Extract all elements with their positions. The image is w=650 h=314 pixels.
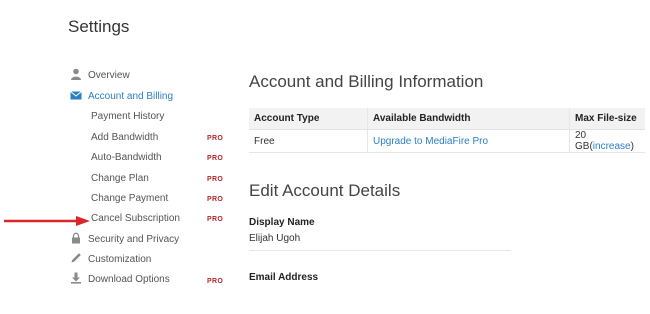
pro-badge: PRO [207,196,224,203]
sidebar-item-label: Payment History [91,111,165,122]
pro-badge: PRO [207,135,224,142]
filesize-value: 20 GB [575,130,590,152]
sidebar-item-label: Account and Billing [88,91,174,102]
sidebar-item-auto-bandwidth[interactable]: Auto-Bandwidth [91,148,162,168]
download-icon [70,272,82,284]
billing-table: Account Type Available Bandwidth Max Fil… [249,108,645,153]
envelope-icon [70,89,82,101]
email-address-label: Email Address [249,272,319,283]
sidebar-item-label: Change Plan [91,173,149,184]
edit-account-heading: Edit Account Details [249,181,401,200]
display-name-field[interactable]: Elijah Ugoh [249,233,511,251]
pencil-icon [70,252,82,264]
table-header-row: Account Type Available Bandwidth Max Fil… [249,108,645,130]
pro-badge: PRO [207,155,224,162]
column-header: Available Bandwidth [367,108,570,130]
sidebar-item-label: Auto-Bandwidth [91,152,162,163]
user-icon [70,68,82,81]
sidebar-item-security-privacy[interactable]: Security and Privacy [70,230,179,250]
increase-link[interactable]: increase [593,141,631,152]
display-name-label: Display Name [249,217,315,228]
column-header: Max File-size [569,108,645,130]
account-type-cell: Free [249,129,368,153]
sidebar-item-add-bandwidth[interactable]: Add Bandwidth [91,128,158,148]
sidebar-item-label: Cancel Subscription [91,213,180,224]
sidebar-item-change-plan[interactable]: Change Plan [91,169,149,189]
bandwidth-cell: Upgrade to MediaFire Pro [367,129,570,153]
column-header: Account Type [249,108,368,130]
sidebar-item-label: Add Bandwidth [91,132,159,143]
lock-icon [70,232,82,244]
pro-badge: PRO [207,176,224,183]
sidebar-item-download-options[interactable]: Download Options [70,270,170,290]
page-title: Settings [68,17,130,36]
sidebar-item-payment-history[interactable]: Payment History [91,107,164,127]
sidebar-item-cancel-subscription[interactable]: Cancel Subscription [91,209,180,229]
sidebar-item-account-billing[interactable]: Account and Billing [70,87,173,107]
sidebar-item-label: Customization [88,254,152,265]
table-row: Free Upgrade to MediaFire Pro 20 GB(incr… [249,129,645,153]
filesize-cell: 20 GB(increase) [569,129,645,153]
sidebar-item-label: Security and Privacy [88,234,180,245]
sidebar-item-overview[interactable]: Overview [70,66,130,86]
sidebar-item-label: Change Payment [91,193,169,204]
pro-badge: PRO [207,278,224,285]
sidebar-item-customization[interactable]: Customization [70,250,151,270]
sidebar-item-label: Download Options [88,274,170,285]
billing-heading: Account and Billing Information [249,72,484,91]
pro-badge: PRO [207,216,224,223]
upgrade-link[interactable]: Upgrade to MediaFire Pro [373,136,488,147]
arrow-icon [4,214,90,232]
sidebar-item-label: Overview [88,70,130,81]
sidebar-item-change-payment[interactable]: Change Payment [91,189,168,209]
